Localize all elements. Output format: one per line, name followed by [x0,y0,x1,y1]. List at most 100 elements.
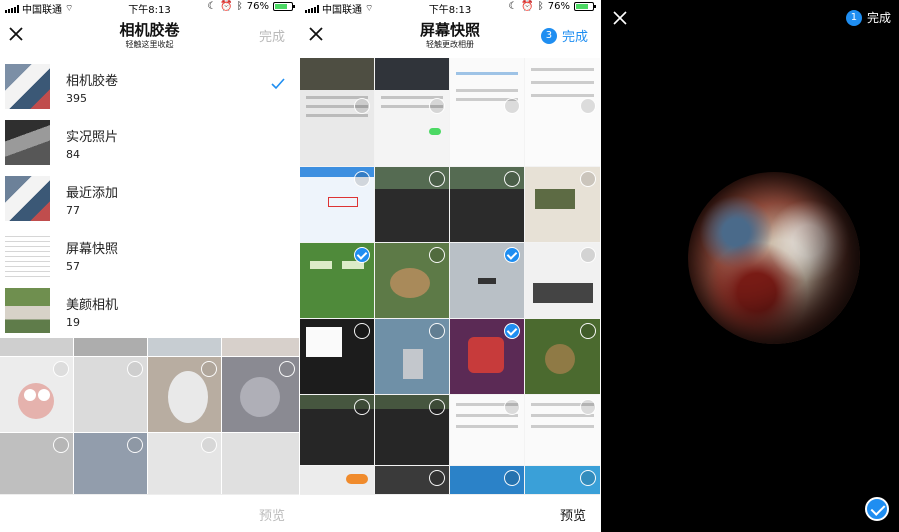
status-bar: 中国联通 ⌔ 下午8:13 ☾ ⏰ ᛒ 76% [300,0,600,16]
header: 相机胶卷 轻触这里收起 完成 [0,14,299,58]
close-icon[interactable] [613,11,627,25]
album-name: 屏幕快照 [66,242,119,257]
select-circle[interactable] [429,323,445,339]
select-circle[interactable] [580,247,596,263]
header: 屏幕快照 轻触更改相册 3 完成 [300,14,600,58]
select-circle[interactable] [429,470,445,486]
moon-icon: ☾ [207,1,217,12]
album-list: 相机胶卷 395 实况照片 84 最近添加 77 屏幕快照 57 美颜相机 19 [0,58,299,338]
select-circle-checked[interactable] [504,247,520,263]
album-count: 84 [66,148,80,161]
photo-thumbnail[interactable] [450,395,524,465]
selected-count-badge: 3 [540,27,557,44]
photo-thumbnail[interactable] [450,466,524,494]
album-cover [5,176,50,221]
album-row[interactable]: 最近添加 77 [0,170,299,226]
status-right: ☾ ⏰ ᛒ 76% [207,1,295,12]
photo-thumbnail[interactable] [375,167,449,242]
select-circle[interactable] [504,470,520,486]
select-circle[interactable] [354,171,370,187]
status-bar: 中国联通 ⌔ 下午8:13 ☾ ⏰ ᛒ 76% [0,0,299,16]
photo-thumbnail[interactable] [300,243,374,318]
album-count: 19 [66,316,80,329]
select-circle[interactable] [429,171,445,187]
preview-button[interactable]: 预览 [560,505,586,524]
select-circle[interactable] [429,247,445,263]
photo-viewer-screen: 1 完成 [601,0,899,532]
checkmark-icon [271,78,285,90]
battery-percent: 76% [547,1,570,12]
album-name: 最近添加 [66,186,119,201]
photo-thumbnail[interactable] [375,466,449,494]
done-button[interactable]: 1 完成 [845,9,891,26]
photo-thumbnail[interactable] [450,243,524,318]
photo-thumbnail[interactable] [450,167,524,242]
select-circle[interactable] [354,399,370,415]
photo-thumbnail[interactable] [375,395,449,465]
select-circle[interactable] [580,470,596,486]
photo-thumbnail[interactable] [300,395,374,465]
album-cover [5,288,50,333]
photo-thumbnail[interactable] [300,466,374,494]
album-row[interactable]: 屏幕快照 57 [0,226,299,282]
status-right: ☾ ⏰ ᛒ 76% [508,1,596,12]
battery-icon [574,2,596,11]
album-row[interactable]: 相机胶卷 395 [0,58,299,114]
alarm-icon: ⏰ [521,1,534,12]
select-circle[interactable] [580,171,596,187]
select-checkmark-icon[interactable] [865,497,889,521]
select-circle[interactable] [354,323,370,339]
album-count: 57 [66,260,80,273]
bottom-bar: 预览 [0,494,299,532]
album-row[interactable]: 美颜相机 19 [0,282,299,338]
select-circle-checked[interactable] [354,247,370,263]
photo-thumbnail[interactable] [375,58,449,166]
select-circle[interactable] [429,399,445,415]
album-row[interactable]: 实况照片 84 [0,114,299,170]
photo-thumbnail[interactable] [375,319,449,394]
photo-thumbnail[interactable] [525,58,600,166]
selection-index-badge: 1 [845,9,862,26]
album-name: 美颜相机 [66,298,119,313]
photo-thumbnail[interactable] [525,395,600,465]
collapse-hint[interactable]: 轻触这里收起 [0,39,299,50]
moon-icon: ☾ [508,1,518,12]
bottom-bar: 预览 [300,494,600,532]
select-circle[interactable] [504,171,520,187]
photo-thumbnail[interactable] [525,466,600,494]
photo-thumbnail[interactable] [525,319,600,394]
preview-button[interactable]: 预览 [259,505,285,524]
select-circle[interactable] [354,98,370,114]
photo-thumbnail[interactable] [525,167,600,242]
select-circle[interactable] [580,323,596,339]
album-cover [5,64,50,109]
select-circle[interactable] [580,98,596,114]
select-circle[interactable] [504,399,520,415]
album-name: 相机胶卷 [66,74,119,89]
album-count: 77 [66,204,80,217]
select-circle[interactable] [429,98,445,114]
photo-thumbnail[interactable] [375,243,449,318]
album-title[interactable]: 相机胶卷 [0,19,299,40]
done-button[interactable]: 3 完成 [540,26,588,45]
album-picker-screen: 中国联通 ⌔ 下午8:13 ☾ ⏰ ᛒ 76% 相机胶卷 轻触这里收起 完成 相… [0,0,299,532]
album-name: 实况照片 [66,130,119,145]
photo-thumbnail[interactable] [450,58,524,166]
album-count: 395 [66,92,87,105]
planet-photo [688,172,860,344]
done-label: 完成 [866,11,891,25]
alarm-icon: ⏰ [220,1,233,12]
select-circle-checked[interactable] [504,323,520,339]
photo-grid [300,58,600,494]
photo-thumbnail[interactable] [300,319,374,394]
photo-thumbnail[interactable] [300,167,374,242]
photo-thumbnail[interactable] [300,58,374,166]
battery-percent: 76% [246,1,269,12]
select-circle[interactable] [580,399,596,415]
done-button[interactable]: 完成 [259,26,285,45]
bluetooth-icon: ᛒ [236,1,243,12]
select-circle[interactable] [504,98,520,114]
photo-thumbnail[interactable] [525,243,600,318]
photo-grid-dimmed [0,338,299,494]
photo-thumbnail[interactable] [450,319,524,394]
